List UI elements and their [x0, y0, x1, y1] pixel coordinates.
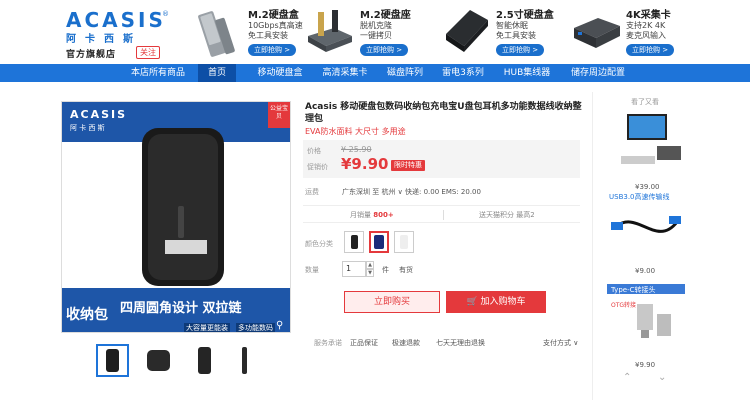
- main-product-image[interactable]: ACASIS 阿 卡 西 斯 公益宝贝 收纳包 四周圆角设计 双拉链 大容量更能…: [61, 101, 291, 333]
- quantity-label: 数量: [305, 266, 319, 274]
- shipping-info[interactable]: 广东深圳 至 杭州 ∨ 快递: 0.00 EMS: 20.00: [342, 187, 481, 197]
- shop-header: ACASIS ® 阿卡西斯 官方旗舰店 关注 M.2硬盘盒 10Gbps真高速 …: [0, 0, 750, 64]
- color-option-black[interactable]: [344, 231, 364, 253]
- cart-icon: 🛒: [466, 297, 478, 307]
- stock-status: 有货: [399, 266, 413, 274]
- thumbnail[interactable]: [188, 344, 221, 377]
- recommend-item[interactable]: USB3.0高速传输线 ¥9.00: [607, 190, 685, 275]
- logo-chinese-name: 阿卡西斯: [66, 34, 142, 45]
- guarantee-fast-refund[interactable]: 极速退款: [392, 338, 420, 348]
- thumbnail[interactable]: [96, 344, 129, 377]
- recommend-label-2: OTG转接: [611, 302, 637, 309]
- magnifier-icon[interactable]: ⚲: [276, 320, 283, 331]
- nav-hdd-enclosure[interactable]: 移动硬盘盒: [252, 64, 308, 82]
- quantity-input[interactable]: 1: [342, 261, 366, 277]
- promo-line: 免工具安装: [248, 31, 288, 40]
- quantity-decrease[interactable]: ▼: [366, 269, 374, 277]
- guarantee-genuine[interactable]: 正品保证: [350, 338, 378, 348]
- payment-methods[interactable]: 支付方式 ∨: [543, 338, 578, 348]
- recommend-price: ¥9.90: [635, 361, 656, 369]
- banner-main-text: 收纳包: [66, 307, 108, 323]
- capture-card-image: [574, 18, 620, 48]
- price-box: 价格 ¥ 25.90 促销价 ¥9.90 限时特惠: [303, 140, 580, 178]
- divider: [443, 210, 444, 220]
- sidebar-divider: [592, 92, 593, 400]
- color-option-blue[interactable]: [369, 231, 389, 253]
- buy-now-link[interactable]: 立即抢购 >: [496, 44, 545, 56]
- product-title: Acasis 移动硬盘包数码收纳包充电宝U盘包耳机多功能数据线收纳整理包: [305, 102, 582, 124]
- promo-title: 4K采集卡: [626, 10, 671, 21]
- banner-sub-text: 四周圆角设计 双拉链: [120, 301, 242, 316]
- shipping-label: 运费: [305, 188, 319, 196]
- nav-disk-array[interactable]: 磁盘阵列: [382, 64, 428, 82]
- nav-all-products[interactable]: 本店所有商品: [126, 64, 190, 82]
- promo-title: 2.5寸硬盘盒: [496, 10, 554, 21]
- hub-product-image: [607, 106, 685, 180]
- adapter-product-image: [607, 284, 685, 358]
- promo-tag: 限时特惠: [391, 160, 425, 171]
- buy-now-link[interactable]: 立即抢购 >: [626, 44, 675, 56]
- chevron-up-icon[interactable]: ⌃: [623, 372, 631, 383]
- case-brand-cn: 阿 卡 西 斯: [70, 124, 105, 132]
- thumbnail[interactable]: [142, 344, 175, 377]
- shop-name: 官方旗舰店: [66, 50, 117, 60]
- tmall-points: 送天猫积分 最高2: [479, 211, 535, 219]
- buy-now-link[interactable]: 立即抢购 >: [360, 44, 409, 56]
- nav-usb-hub[interactable]: HUB集线器: [498, 64, 556, 82]
- color-option-white[interactable]: [394, 231, 414, 253]
- nav-storage-accessories[interactable]: 储存周边配置: [566, 64, 630, 82]
- follow-button[interactable]: 关注: [136, 46, 160, 59]
- color-label: 颜色分类: [305, 240, 333, 248]
- recommend-item[interactable]: ¥39.00: [607, 106, 685, 191]
- recommend-item[interactable]: Type-C转接头 OTG转接 ¥9.90: [607, 284, 685, 369]
- quantity-unit: 件: [382, 266, 389, 274]
- shop-logo[interactable]: ACASIS ® 阿卡西斯 官方旗舰店 关注: [66, 8, 176, 60]
- promo-title: M.2硬盘座: [360, 10, 411, 21]
- logo-text: ACASIS: [66, 8, 166, 32]
- guarantee-7day-return[interactable]: 七天无理由退换: [436, 338, 485, 348]
- buy-now-link[interactable]: 立即抢购 >: [248, 44, 297, 56]
- promo-price-label: 促销价: [307, 163, 328, 171]
- original-price: ¥ 25.90: [341, 145, 372, 154]
- charity-badge: 公益宝贝: [268, 102, 290, 128]
- recommend-label: USB3.0高速传输线: [609, 193, 670, 201]
- promo-line: 一键拷贝: [360, 31, 392, 40]
- nav-capture-card[interactable]: 高清采集卡: [318, 64, 372, 82]
- m2-enclosure-image: [198, 11, 235, 57]
- promo-title: M.2硬盘盒: [248, 10, 299, 21]
- m2-dock-image: [308, 10, 352, 52]
- recommend-price: ¥9.00: [635, 267, 656, 275]
- monthly-sales: 月销量 800+: [350, 211, 394, 219]
- sales-stats: 月销量 800+ 送天猫积分 最高2: [303, 205, 580, 223]
- chevron-down-icon[interactable]: ⌄: [658, 372, 666, 383]
- logo-registered-mark: ®: [162, 10, 169, 18]
- product-subtitle: EVA防水面料 大尺寸 多用途: [305, 127, 406, 136]
- shop-nav-bar: 本店所有商品 首页 移动硬盘盒 高清采集卡 磁盘阵列 雷电3系列 HUB集线器 …: [0, 64, 750, 82]
- promo-line: 麦克风输入: [626, 31, 666, 40]
- nav-thunderbolt3[interactable]: 雷电3系列: [436, 64, 490, 82]
- banner-small-text-1: 大容量更能装: [184, 323, 230, 332]
- add-to-cart-button[interactable]: 🛒 加入购物车: [446, 291, 546, 313]
- promo-line: 免工具安装: [496, 31, 536, 40]
- quantity-increase[interactable]: ▲: [366, 261, 374, 269]
- thumbnail[interactable]: [228, 344, 261, 377]
- banner-small-text-2: 多功能数码: [236, 323, 275, 332]
- nav-home[interactable]: 首页: [198, 64, 236, 82]
- buy-now-button[interactable]: 立即购买: [344, 291, 440, 313]
- 25-enclosure-image: [446, 10, 488, 52]
- case-brand-logo: ACASIS: [70, 108, 128, 121]
- service-label: 服务承诺: [314, 339, 342, 347]
- current-price: ¥9.90: [341, 155, 389, 173]
- price-label: 价格: [307, 147, 321, 155]
- recommend-label: Type-C转接头: [611, 286, 656, 294]
